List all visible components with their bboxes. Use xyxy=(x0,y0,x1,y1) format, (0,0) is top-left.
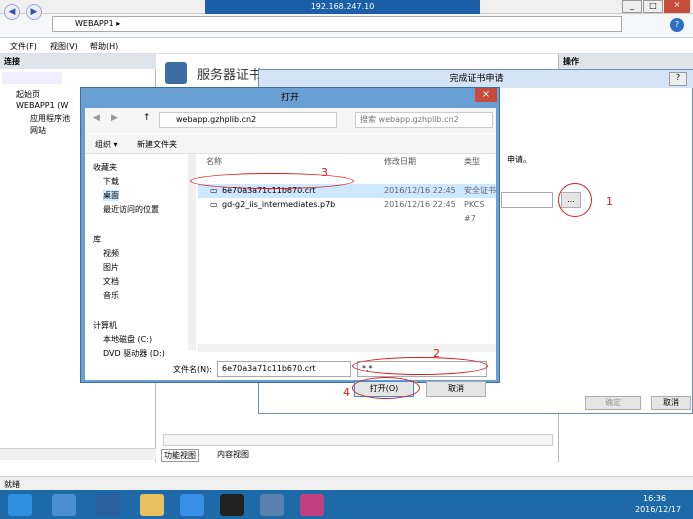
cert-cancel-button[interactable]: 取消 xyxy=(651,396,691,410)
annotation-ring-1 xyxy=(558,183,592,217)
file-type: PKCS #7 xyxy=(464,200,485,223)
col-type[interactable]: 类型 xyxy=(464,156,480,167)
close-window-button[interactable]: × xyxy=(664,0,690,13)
powershell-icon[interactable] xyxy=(96,494,120,516)
start-icon[interactable] xyxy=(8,494,32,516)
cert-dialog-help-button[interactable]: ? xyxy=(669,72,687,86)
col-name[interactable]: 名称 xyxy=(206,156,222,167)
nav-favorites[interactable]: 收藏夹 xyxy=(93,162,117,173)
actions-header: 操作 xyxy=(559,54,693,69)
file-name: gd-g2_iis_intermediates.p7b xyxy=(222,200,336,209)
annotation-ring-4 xyxy=(352,377,420,399)
connections-header: 连接 xyxy=(0,54,156,69)
nav-recent[interactable]: 最近访问的位置 xyxy=(103,204,159,215)
iis-icon[interactable] xyxy=(260,494,284,516)
filename-input[interactable]: 6e70a3a71c11b670.crt xyxy=(217,361,351,377)
clock-time: 16:36 xyxy=(643,494,667,503)
open-dialog-body: ◀ ▶ ↑ webapp.gzhplib.cn2 搜索 webapp.gzhpl… xyxy=(85,108,496,383)
cmd-icon[interactable] xyxy=(220,494,244,516)
connections-toolbar[interactable] xyxy=(2,72,62,84)
cert-file-path-input[interactable] xyxy=(501,192,553,208)
nav-desktop[interactable]: 桌面 xyxy=(103,190,119,201)
center-scrollbar[interactable] xyxy=(163,434,553,446)
remote-desktop-bar: 192.168.247.10 xyxy=(205,0,480,14)
annotation-number-1: 1 xyxy=(606,195,613,208)
status-bar: 就绪 xyxy=(0,476,693,490)
od-search-input[interactable]: 搜索 webapp.gzhplib.cn2 xyxy=(355,112,493,128)
annotation-number-2: 2 xyxy=(433,347,440,360)
od-up-icon[interactable]: ↑ xyxy=(143,113,151,123)
annotation-ring-3 xyxy=(190,173,354,189)
server-manager-icon[interactable] xyxy=(52,494,76,516)
back-arrow-icon[interactable]: ◀ xyxy=(4,4,20,20)
app-icon[interactable] xyxy=(300,494,324,516)
page-title: 服务器证书 xyxy=(197,68,263,83)
od-forward-icon[interactable]: ▶ xyxy=(111,113,118,123)
nav-music[interactable]: 音乐 xyxy=(103,290,119,301)
server-cert-icon xyxy=(165,62,187,84)
nav-computer[interactable]: 计算机 xyxy=(93,320,117,331)
od-path-bar[interactable]: webapp.gzhplib.cn2 xyxy=(159,112,337,128)
minimize-button[interactable]: _ xyxy=(622,0,642,13)
annotation-ring-2 xyxy=(352,357,488,375)
file-date: 2016/12/16 22:45 xyxy=(384,186,456,195)
file-row[interactable]: ▭ gd-g2_iis_intermediates.p7b 2016/12/16… xyxy=(198,198,496,223)
nav-libraries[interactable]: 库 xyxy=(93,234,101,245)
cert-ok-button[interactable]: 确定 xyxy=(585,396,641,410)
open-dialog-close-button[interactable]: × xyxy=(475,88,497,102)
tab-features-view[interactable]: 功能视图 xyxy=(161,449,199,462)
tree-start-page[interactable]: 起始页 xyxy=(16,89,40,100)
open-dialog-nav: ◀ ▶ ↑ webapp.gzhplib.cn2 搜索 webapp.gzhpl… xyxy=(85,108,496,133)
od-sidebar: 收藏夹 下载 桌面 最近访问的位置 库 视频 图片 文档 音乐 计算机 本地磁盘… xyxy=(85,154,191,358)
nav-pictures[interactable]: 图片 xyxy=(103,262,119,273)
new-folder-button[interactable]: 新建文件夹 xyxy=(137,139,177,150)
maximize-button[interactable]: □ xyxy=(643,0,663,13)
file-type: 安全证书 xyxy=(464,186,496,195)
help-icon[interactable]: ? xyxy=(670,18,684,32)
cert-dialog-hint: 申请。 xyxy=(507,155,531,164)
nav-downloads[interactable]: 下载 xyxy=(103,176,119,187)
tree-app-pools[interactable]: 应用程序池 xyxy=(30,113,70,124)
left-scrollbar[interactable] xyxy=(0,448,156,460)
nav-documents[interactable]: 文档 xyxy=(103,276,119,287)
cert-dialog-title: 完成证书申请 xyxy=(259,70,693,88)
open-dialog-toolbar: 组织 ▾ 新建文件夹 xyxy=(85,134,496,154)
annotation-number-4: 4 xyxy=(343,386,350,399)
tab-content-view[interactable]: 内容视图 xyxy=(215,449,251,460)
address-bar[interactable]: WEBAPP1 ▸ xyxy=(52,16,622,32)
col-date[interactable]: 修改日期 xyxy=(384,156,416,167)
menu-file[interactable]: 文件(F) xyxy=(10,41,37,52)
tree-server[interactable]: WEBAPP1 (W xyxy=(16,101,68,110)
annotation-number-3: 3 xyxy=(321,166,328,179)
open-dialog-title: 打开 xyxy=(280,93,299,103)
clock-date: 2016/12/17 xyxy=(635,505,682,514)
menu-help[interactable]: 帮助(H) xyxy=(90,41,118,52)
filename-label: 文件名(N): xyxy=(173,365,212,374)
tree-sites[interactable]: 网站 xyxy=(30,125,46,136)
nav-local-disk[interactable]: 本地磁盘 (C:) xyxy=(103,334,152,345)
menu-view[interactable]: 视图(V) xyxy=(50,41,78,52)
organize-button[interactable]: 组织 ▾ xyxy=(95,139,118,150)
address-segment[interactable]: WEBAPP1 xyxy=(75,19,114,28)
rd-address: 192.168.247.10 xyxy=(310,2,375,11)
forward-arrow-icon[interactable]: ▶ xyxy=(26,4,42,20)
nav-videos[interactable]: 视频 xyxy=(103,248,119,259)
od-back-icon[interactable]: ◀ xyxy=(93,113,100,123)
file-explorer-icon[interactable] xyxy=(140,494,164,516)
file-icon: ▭ xyxy=(210,200,218,209)
file-list-scrollbar[interactable] xyxy=(198,344,496,352)
open-file-dialog: 打开 × ◀ ▶ ↑ webapp.gzhplib.cn2 搜索 webapp.… xyxy=(80,87,500,383)
open-cancel-button[interactable]: 取消 xyxy=(426,381,486,397)
nav-dvd-drive[interactable]: DVD 驱动器 (D:) xyxy=(103,348,165,359)
ie-icon[interactable] xyxy=(180,494,204,516)
file-date: 2016/12/16 22:45 xyxy=(384,200,456,209)
